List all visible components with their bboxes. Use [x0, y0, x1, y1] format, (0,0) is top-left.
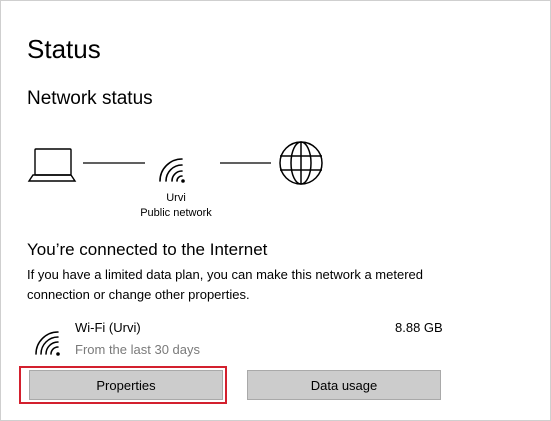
globe-icon	[279, 141, 323, 185]
properties-button[interactable]: Properties	[29, 370, 223, 400]
adapter-period: From the last 30 days	[75, 342, 200, 357]
connection-description: If you have a limited data plan, you can…	[27, 267, 423, 302]
adapter-usage: 8.88 GB	[395, 320, 443, 335]
network-label: Urvi Public network	[134, 191, 218, 221]
network-status-diagram	[27, 141, 323, 185]
data-usage-button[interactable]: Data usage	[247, 370, 441, 400]
network-name: Urvi	[166, 192, 186, 204]
wifi-icon	[35, 331, 60, 356]
page-title: Status	[27, 34, 101, 64]
network-status-heading: Network status	[27, 88, 153, 109]
adapter-name: Wi-Fi (Urvi)	[75, 320, 141, 335]
wifi-icon	[159, 158, 185, 183]
settings-panel: Status Network status Urvi Public networ…	[0, 0, 551, 421]
laptop-icon	[27, 148, 77, 182]
connection-title: You’re connected to the Internet	[27, 240, 268, 259]
network-type: Public network	[140, 207, 212, 219]
